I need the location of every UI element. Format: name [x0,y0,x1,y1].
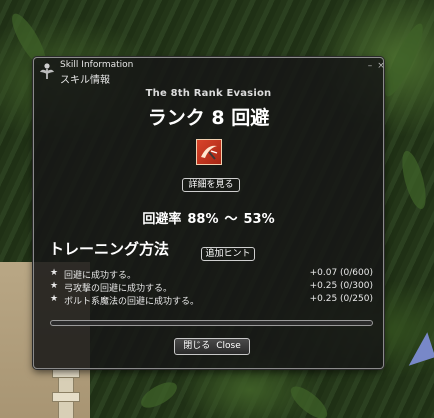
wings-icon [39,62,55,80]
close-button[interactable]: 閉じる Close [174,338,250,355]
stone-post-cap [52,368,80,378]
training-task: ★ ボルト系魔法の回避に成功する。 +0.25 (0/250) [50,294,373,307]
evasion-skill-icon [196,139,222,165]
skill-name-jp: ランク 8 回避 [147,107,270,129]
star-icon: ★ [50,281,59,291]
training-task: ★ 回避に成功する。 +0.07 (0/600) [50,268,373,281]
evasion-rate-from: 88% [187,212,219,227]
window-title-en: Skill Information [60,60,134,70]
window-title-jp: スキル情報 [60,75,110,86]
training-task-text: ボルト系魔法の回避に成功する。 [64,297,200,307]
star-icon: ★ [50,268,59,278]
evasion-rate: 回避率 88% ～ 53% [34,208,383,227]
additional-hint-button[interactable]: 追加ヒント [201,247,255,261]
close-icon[interactable]: × [376,61,386,71]
evasion-rate-to: 53% [243,212,275,227]
training-task-list: ★ 回避に成功する。 +0.07 (0/600) ★ 弓攻撃の回避に成功する。 … [50,268,373,307]
view-details-button[interactable]: 詳細を見る [182,178,240,192]
stone-post-band [52,392,80,402]
training-task-progress: +0.07 (0/600) [309,268,373,278]
training-task-progress: +0.25 (0/300) [309,281,373,291]
skill-name-en: The 8th Rank Evasion [145,88,272,99]
training-task-text: 弓攻撃の回避に成功する。 [64,284,173,294]
dialog-titlebar[interactable]: Skill Information スキル情報 – × [34,58,386,86]
training-task-progress: +0.25 (0/250) [309,294,373,304]
minimize-button[interactable]: – [365,61,375,71]
training-task-text: 回避に成功する。 [64,271,137,281]
close-label-en: Close [216,341,241,351]
skill-information-dialog: Skill Information スキル情報 – × The 8th Rank… [33,57,386,369]
evasion-rate-separator: ～ [224,212,238,227]
training-task: ★ 弓攻撃の回避に成功する。 +0.25 (0/300) [50,281,373,294]
close-label-jp: 閉じる [183,341,211,351]
training-method-heading: トレーニング方法 [49,240,170,258]
evasion-rate-label: 回避率 [142,212,182,227]
training-progress-bar [50,320,373,326]
star-icon: ★ [50,294,59,304]
